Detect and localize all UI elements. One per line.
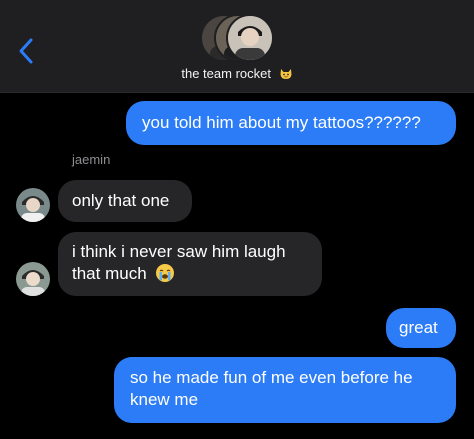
sender-name: jaemin	[72, 152, 111, 167]
conversation-header: the team rocket	[0, 0, 474, 93]
message-text: i think i never saw him laugh	[72, 242, 286, 261]
back-button[interactable]	[14, 34, 40, 68]
message-bubble-sent[interactable]: you told him about my tattoos??????	[126, 101, 456, 145]
message-bubble-sent[interactable]: great	[386, 308, 456, 348]
chevron-left-icon	[19, 38, 33, 64]
message-text: knew me	[130, 390, 199, 409]
cat-face-emoji-icon	[280, 69, 292, 79]
loudly-crying-face-emoji-icon	[156, 264, 175, 282]
group-title-text: the team rocket	[181, 66, 271, 81]
message-bubble-received[interactable]: only that one	[58, 180, 192, 222]
message-bubble-sent[interactable]: so he made fun of me even before he knew…	[114, 357, 456, 423]
message-text: great	[399, 318, 438, 337]
group-title[interactable]: the team rocket	[0, 66, 474, 81]
message-text-line2: that much	[72, 263, 322, 285]
group-avatar	[226, 14, 274, 62]
message-text: that much	[72, 264, 147, 283]
message-text: you told him about my tattoos??????	[142, 113, 421, 132]
message-text: so he made fun of me even before he	[130, 368, 413, 387]
message-bubble-received[interactable]: i think i never saw him laugh that much	[58, 232, 322, 296]
group-avatar-stack[interactable]	[200, 12, 276, 62]
message-text: only that one	[72, 191, 170, 210]
sender-avatar[interactable]	[16, 262, 50, 296]
conversation-screen: the team rocket you told him about my ta…	[0, 0, 474, 439]
sender-avatar[interactable]	[16, 188, 50, 222]
